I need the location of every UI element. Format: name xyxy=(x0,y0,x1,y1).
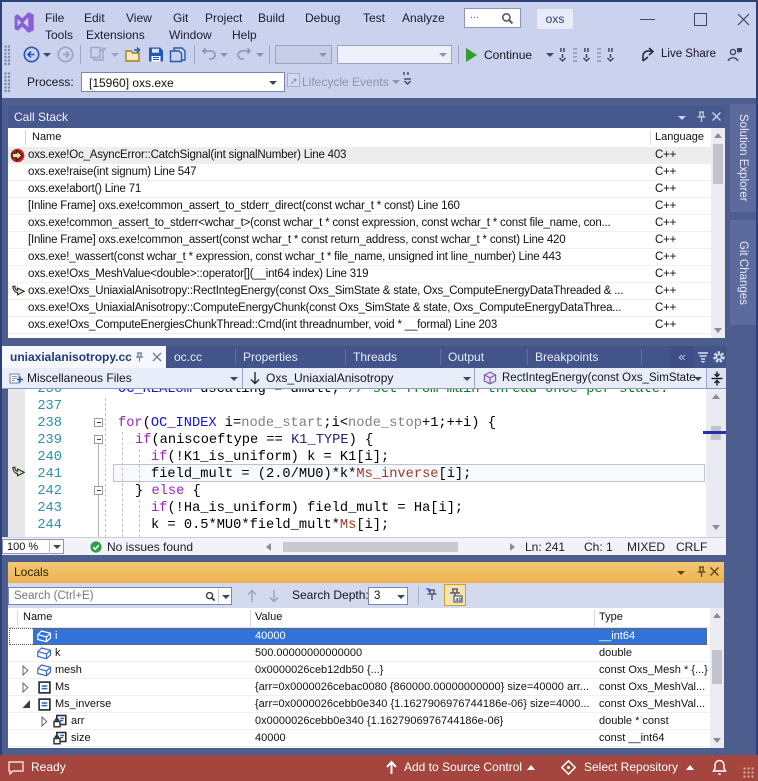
svg-text:ab: ab xyxy=(455,597,461,603)
